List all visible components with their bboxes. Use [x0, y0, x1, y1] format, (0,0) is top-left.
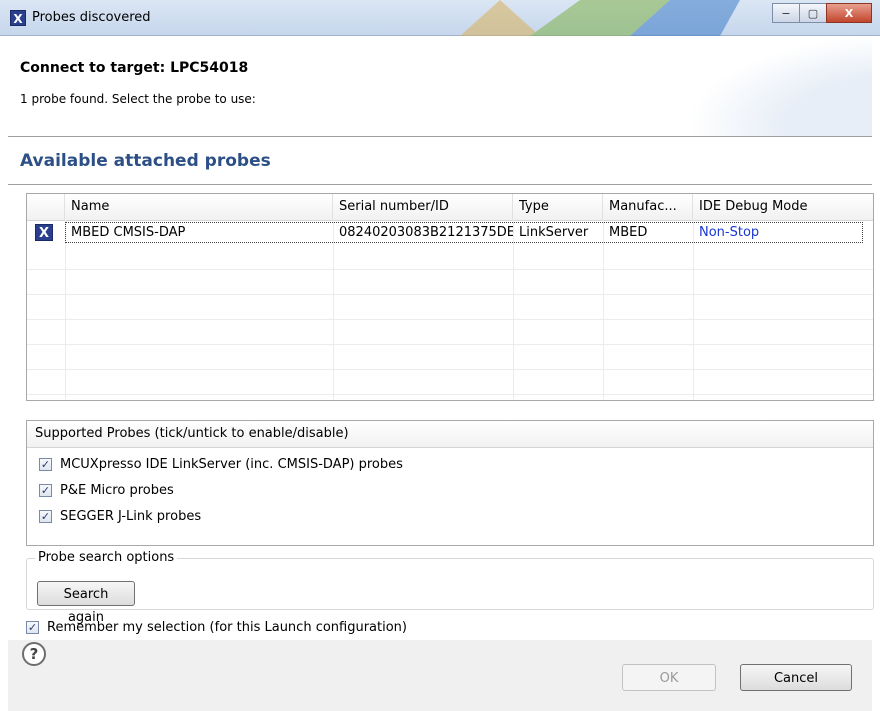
- column-divider: [603, 220, 604, 400]
- supported-probes-title: Supported Probes (tick/untick to enable/…: [27, 421, 873, 448]
- title-bar[interactable]: X Probes discovered − ▢ X: [0, 0, 880, 36]
- dialog-footer: ? OK Cancel: [8, 640, 872, 711]
- supported-probes-group: Supported Probes (tick/untick to enable/…: [26, 420, 874, 546]
- column-divider: [65, 220, 66, 400]
- column-divider: [513, 220, 514, 400]
- column-header-serial[interactable]: Serial number/ID: [333, 194, 513, 220]
- empty-row: [27, 270, 873, 295]
- close-button[interactable]: X: [826, 3, 872, 23]
- probe-option-linkserver[interactable]: ✓ MCUXpresso IDE LinkServer (inc. CMSIS-…: [39, 454, 403, 474]
- minimize-button[interactable]: −: [772, 3, 800, 23]
- probe-icon: X: [35, 224, 53, 241]
- empty-row: [27, 320, 873, 345]
- remember-selection[interactable]: ✓ Remember my selection (for this Launch…: [26, 620, 407, 635]
- section-divider: [8, 184, 872, 185]
- maximize-button[interactable]: ▢: [799, 3, 827, 23]
- column-header-name[interactable]: Name: [65, 194, 333, 220]
- dialog-content: Available attached probes Name Serial nu…: [8, 137, 874, 640]
- probe-option-pemicro[interactable]: ✓ P&E Micro probes: [39, 480, 174, 500]
- table-row[interactable]: X MBED CMSIS-DAP 08240203083B2121375DE L…: [27, 220, 873, 245]
- empty-row: [27, 370, 873, 395]
- column-header-manufacturer[interactable]: Manufac...: [603, 194, 693, 220]
- probe-manufacturer: MBED: [609, 225, 648, 240]
- search-again-button[interactable]: Search again: [37, 581, 135, 625]
- header-banner-graphic: [692, 36, 872, 136]
- checkbox-linkserver[interactable]: ✓: [39, 457, 52, 471]
- app-icon: X: [10, 10, 26, 26]
- window-title: Probes discovered: [32, 10, 151, 25]
- checkbox-label: SEGGER J-Link probes: [60, 508, 202, 524]
- probe-option-segger[interactable]: ✓ SEGGER J-Link probes: [39, 506, 201, 526]
- probe-found-message: 1 probe found. Select the probe to use:: [20, 92, 256, 106]
- probes-table[interactable]: Name Serial number/ID Type Manufac... ID…: [26, 193, 874, 401]
- column-header-type[interactable]: Type: [513, 194, 603, 220]
- dialog-header: Connect to target: LPC54018 1 probe foun…: [8, 36, 872, 137]
- help-icon[interactable]: ?: [22, 642, 46, 666]
- probe-search-options: Probe search options Search again: [26, 550, 874, 625]
- empty-row: [27, 295, 873, 320]
- probe-serial: 08240203083B2121375DE: [339, 225, 513, 240]
- column-divider: [333, 220, 334, 400]
- checkbox-label: P&E Micro probes: [60, 482, 174, 498]
- cancel-button[interactable]: Cancel: [740, 664, 852, 691]
- probe-type: LinkServer: [519, 225, 589, 240]
- column-divider: [693, 220, 694, 400]
- column-header-icon: [27, 194, 65, 220]
- table-header: Name Serial number/ID Type Manufac... ID…: [27, 194, 873, 221]
- checkbox-pemicro[interactable]: ✓: [39, 483, 52, 497]
- title-bar-decoration: [460, 0, 740, 36]
- empty-row: [27, 245, 873, 270]
- search-options-legend: Probe search options: [35, 550, 178, 565]
- connect-target-title: Connect to target: LPC54018: [20, 60, 249, 76]
- section-title: Available attached probes: [20, 151, 271, 171]
- probe-name: MBED CMSIS-DAP: [71, 225, 186, 240]
- checkbox-segger[interactable]: ✓: [39, 509, 52, 523]
- remember-checkbox[interactable]: ✓: [26, 621, 39, 634]
- column-header-debug-mode[interactable]: IDE Debug Mode: [693, 194, 873, 220]
- empty-row: [27, 345, 873, 370]
- checkbox-label: MCUXpresso IDE LinkServer (inc. CMSIS-DA…: [60, 456, 403, 472]
- ok-button[interactable]: OK: [622, 664, 716, 691]
- debug-mode-link[interactable]: Non-Stop: [693, 220, 843, 245]
- remember-label: Remember my selection (for this Launch c…: [47, 620, 407, 635]
